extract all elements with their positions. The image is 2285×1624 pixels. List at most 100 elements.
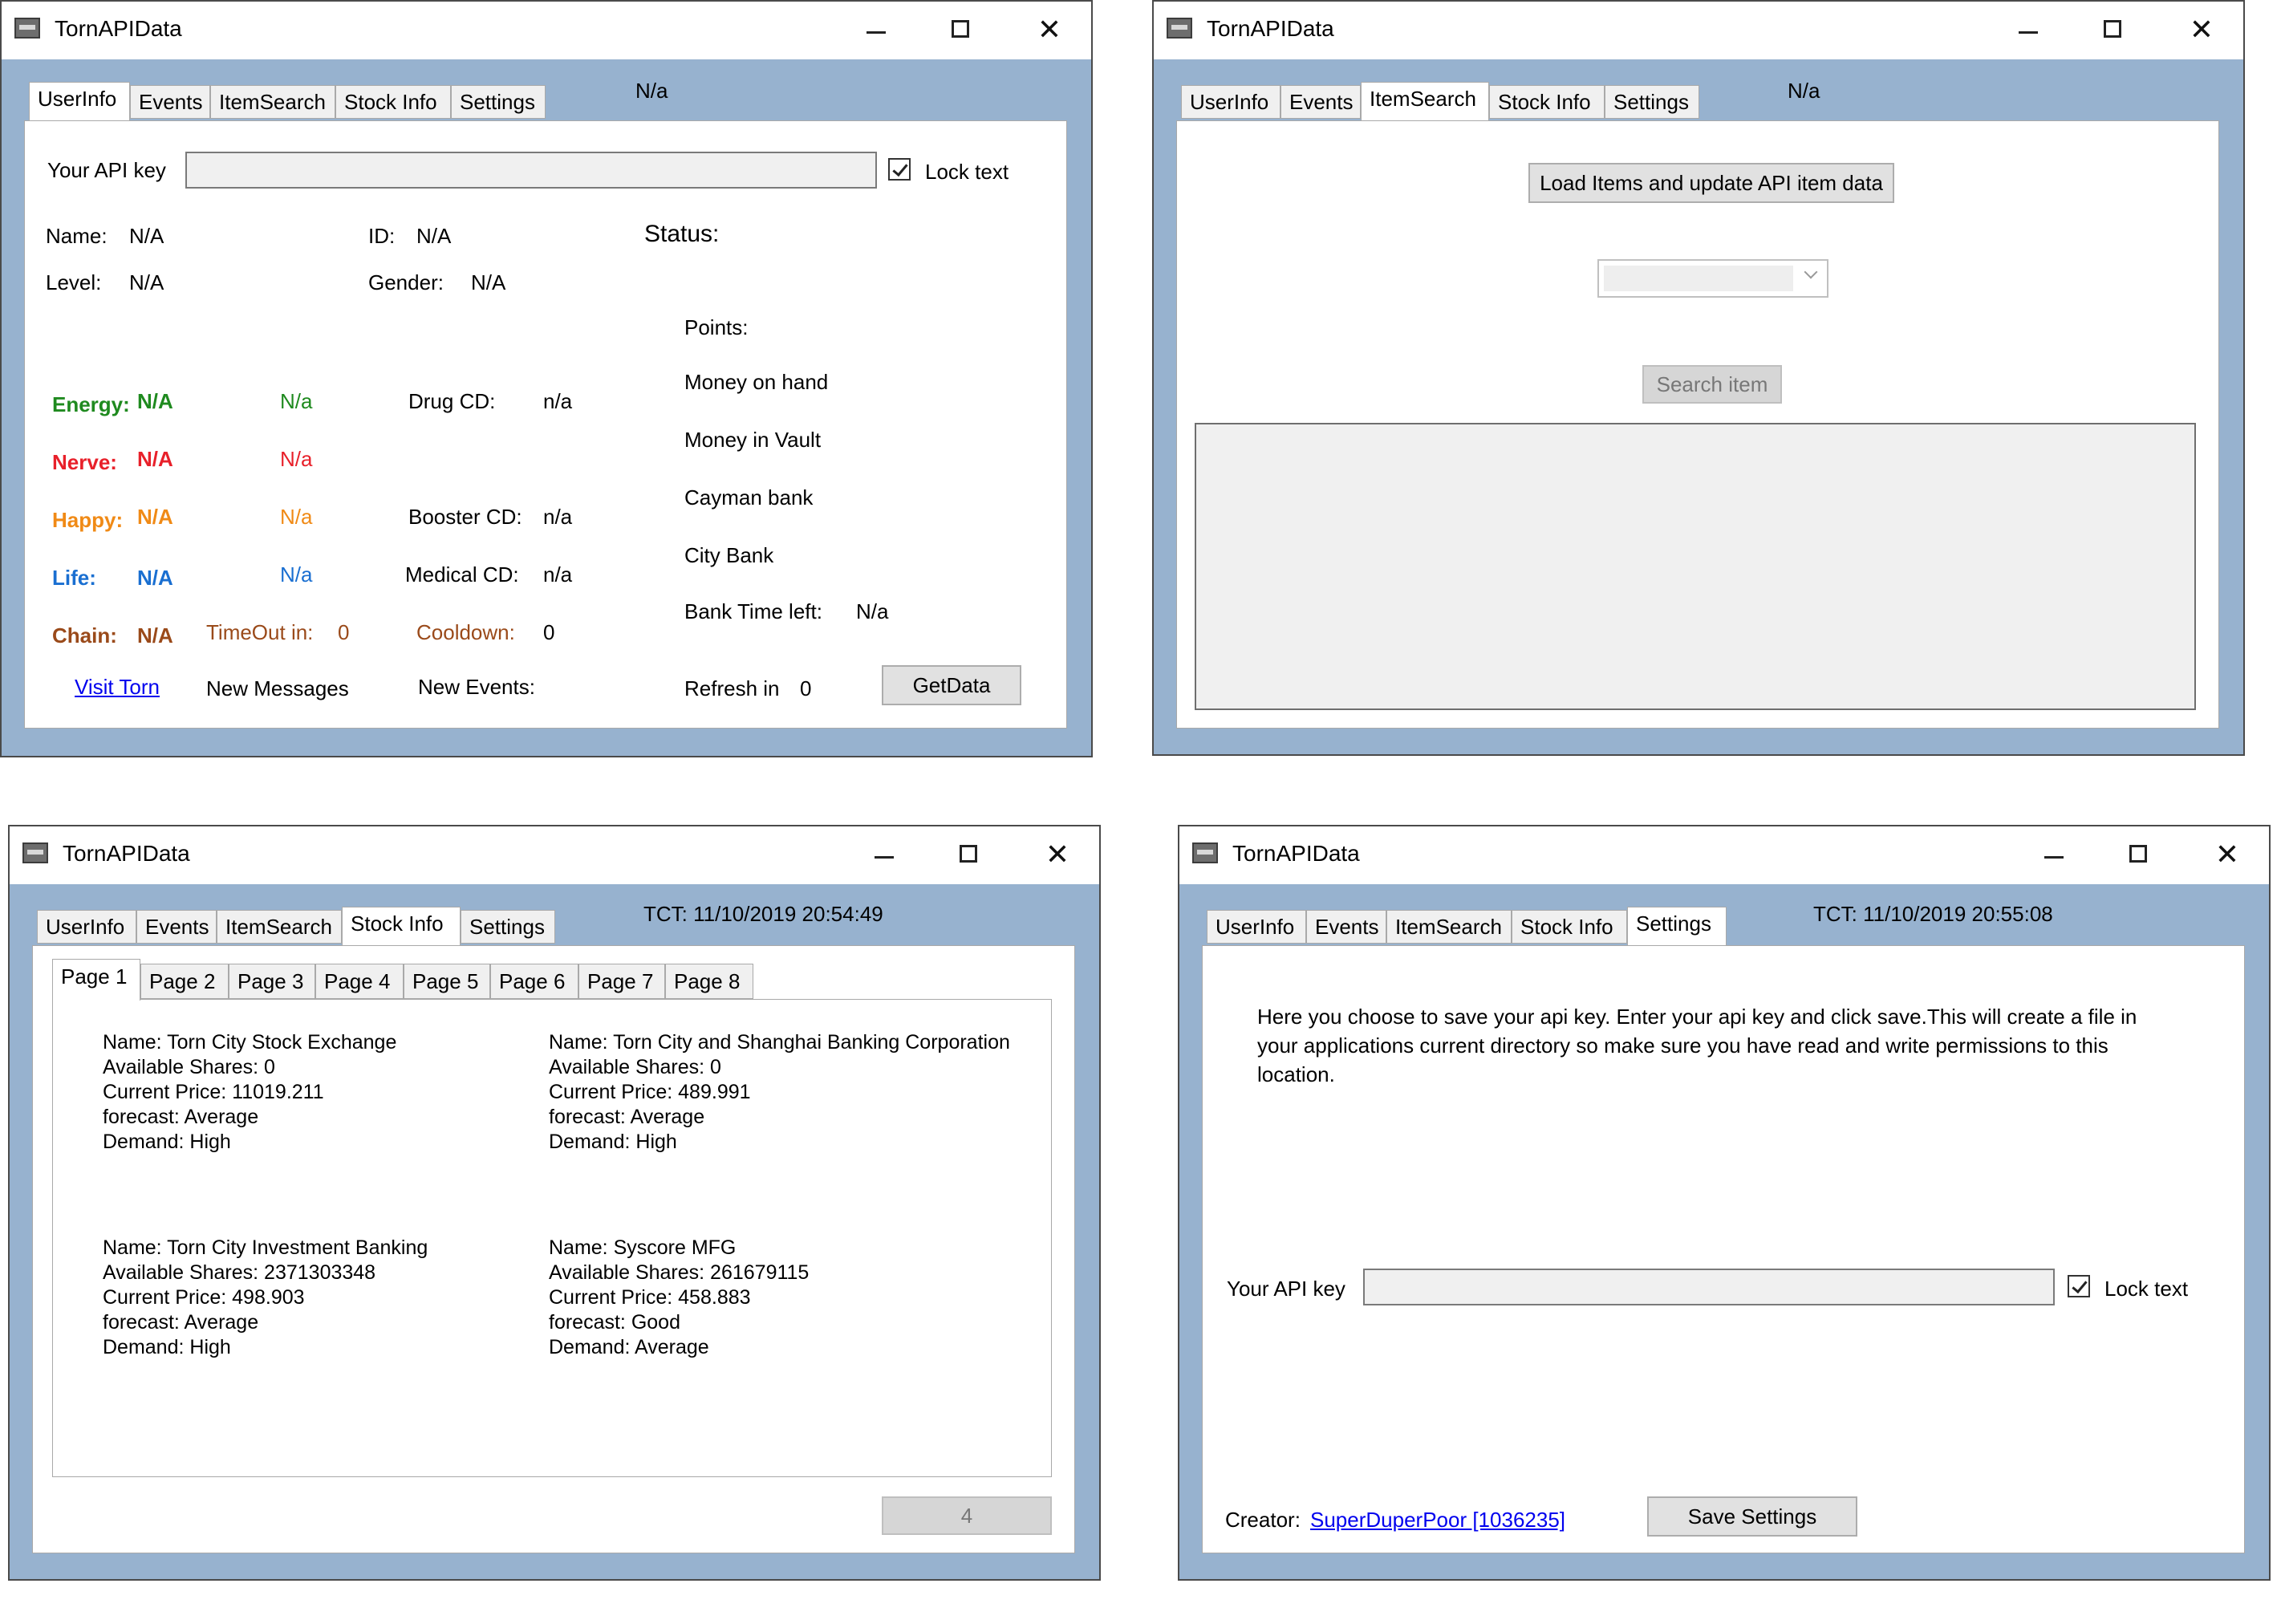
happy-extra: N/a — [280, 505, 313, 529]
tab-stock-info[interactable]: Stock Info — [335, 85, 451, 119]
stock-shares: Available Shares: 2371303348 — [103, 1261, 376, 1284]
item-select-field — [1604, 266, 1793, 291]
minimize-icon[interactable] — [2030, 834, 2078, 875]
tab-stock-info[interactable]: Stock Info — [1512, 910, 1627, 944]
close-icon[interactable]: ✕ — [1025, 10, 1074, 50]
chevron-down-icon — [1804, 265, 1818, 279]
stock-info-panel: Page 1 Page 2 Page 3 Page 4 Page 5 Page … — [32, 945, 1075, 1553]
stock-info-window: TornAPIData ✕ UserInfo Events ItemSearch… — [8, 825, 1101, 1581]
tab-userinfo[interactable]: UserInfo — [37, 910, 136, 944]
timeout-label: TimeOut in: — [206, 620, 314, 644]
minimize-icon[interactable] — [852, 10, 900, 50]
search-item-button[interactable]: Search item — [1642, 365, 1782, 404]
api-key-input[interactable] — [1363, 1269, 2055, 1305]
app-icon — [1192, 842, 1218, 863]
bank-time-left-label: Bank Time left: — [684, 599, 822, 623]
chain-value: N/A — [137, 623, 173, 648]
maximize-icon[interactable] — [2089, 10, 2137, 50]
get-data-button[interactable]: GetData — [882, 665, 1021, 705]
results-box[interactable] — [1195, 423, 2196, 710]
count-button[interactable]: 4 — [882, 1496, 1052, 1535]
tab-userinfo[interactable]: UserInfo — [29, 82, 130, 120]
save-settings-button[interactable]: Save Settings — [1647, 1496, 1857, 1537]
chain-label: Chain: — [52, 623, 117, 648]
refresh-in-value: 0 — [800, 676, 812, 700]
tab-stock-info[interactable]: Stock Info — [1489, 85, 1605, 119]
page-tab-7[interactable]: Page 7 — [578, 964, 665, 999]
new-events-label: New Events: — [418, 675, 535, 699]
minimize-icon[interactable] — [860, 834, 908, 875]
city-bank-label: City Bank — [684, 543, 774, 567]
booster-cd-label: Booster CD: — [408, 505, 522, 529]
settings-panel: Here you choose to save your api key. En… — [1202, 945, 2245, 1553]
title-bar[interactable]: TornAPIData ✕ — [1154, 2, 2243, 59]
header-status: TCT: 11/10/2019 20:54:49 — [643, 902, 883, 926]
tab-settings[interactable]: Settings — [451, 85, 546, 119]
page-tab-1[interactable]: Page 1 — [52, 959, 140, 1001]
drug-cd-label: Drug CD: — [408, 389, 496, 413]
page-tab-8[interactable]: Page 8 — [665, 964, 753, 999]
client-area: UserInfo Events ItemSearch Stock Info Se… — [1179, 884, 2269, 1579]
creator-link[interactable]: SuperDuperPoor [1036235] — [1310, 1508, 1565, 1533]
stock-shares: Available Shares: 0 — [103, 1056, 275, 1078]
points-label: Points: — [684, 315, 749, 339]
tab-settings[interactable]: Settings — [461, 910, 555, 944]
page-tab-3[interactable]: Page 3 — [229, 964, 315, 999]
minimize-icon[interactable] — [2004, 10, 2052, 50]
stock-forecast: forecast: Average — [549, 1106, 705, 1128]
page-tab-5[interactable]: Page 5 — [404, 964, 490, 999]
tab-itemsearch[interactable]: ItemSearch — [1386, 910, 1512, 944]
title-bar[interactable]: TornAPIData ✕ — [2, 2, 1091, 59]
settings-window: TornAPIData ✕ UserInfo Events ItemSearch… — [1178, 825, 2271, 1581]
tab-itemsearch[interactable]: ItemSearch — [1361, 82, 1489, 120]
tab-stock-info[interactable]: Stock Info — [342, 907, 461, 945]
tab-itemsearch[interactable]: ItemSearch — [217, 910, 342, 944]
nerve-label: Nerve: — [52, 450, 117, 474]
tab-events[interactable]: Events — [130, 85, 210, 119]
tab-itemsearch[interactable]: ItemSearch — [210, 85, 335, 119]
close-icon[interactable]: ✕ — [2177, 10, 2226, 50]
item-select[interactable] — [1597, 259, 1828, 298]
lock-text-checkbox[interactable] — [888, 158, 911, 181]
app-icon — [14, 18, 40, 39]
itemsearch-panel: Load Items and update API item data Sear… — [1176, 120, 2219, 729]
tab-events[interactable]: Events — [1280, 85, 1361, 119]
tab-events[interactable]: Events — [136, 910, 217, 944]
page-tab-4[interactable]: Page 4 — [315, 964, 404, 999]
life-label: Life: — [52, 566, 96, 590]
client-area: UserInfo Events ItemSearch Stock Info Se… — [1154, 59, 2243, 754]
stock-price: Current Price: 11019.211 — [103, 1081, 324, 1103]
settings-description: Here you choose to save your api key. En… — [1257, 1005, 2137, 1086]
drug-cd-value: n/a — [543, 389, 573, 413]
timeout-value: 0 — [338, 620, 350, 644]
new-messages-label: New Messages — [206, 676, 349, 700]
window-title: TornAPIData — [63, 841, 190, 866]
header-status: N/a — [1788, 79, 1820, 103]
nerve-value: N/A — [137, 447, 173, 471]
load-items-button[interactable]: Load Items and update API item data — [1528, 163, 1894, 203]
id-value: N/A — [416, 224, 452, 248]
tab-userinfo[interactable]: UserInfo — [1207, 910, 1306, 944]
close-icon[interactable]: ✕ — [1033, 834, 1082, 875]
tab-settings[interactable]: Settings — [1605, 85, 1699, 119]
maximize-icon[interactable] — [2115, 834, 2163, 875]
close-icon[interactable]: ✕ — [2203, 834, 2251, 875]
page-tab-strip: Page 1 Page 2 Page 3 Page 4 Page 5 Page … — [52, 959, 774, 1001]
page-tab-6[interactable]: Page 6 — [490, 964, 578, 999]
stock-block: Name: Torn City Stock Exchange Available… — [103, 1030, 396, 1155]
life-value: N/A — [137, 566, 173, 590]
maximize-icon[interactable] — [945, 834, 993, 875]
medical-cd-label: Medical CD: — [405, 562, 519, 587]
stock-block: Name: Torn City and Shanghai Banking Cor… — [549, 1030, 1010, 1155]
tab-userinfo[interactable]: UserInfo — [1181, 85, 1280, 119]
tab-events[interactable]: Events — [1306, 910, 1386, 944]
api-key-input[interactable] — [185, 152, 877, 189]
maximize-icon[interactable] — [937, 10, 985, 50]
lock-text-checkbox[interactable] — [2068, 1275, 2090, 1297]
title-bar[interactable]: TornAPIData ✕ — [10, 826, 1099, 884]
energy-value: N/A — [137, 389, 173, 413]
title-bar[interactable]: TornAPIData ✕ — [1179, 826, 2269, 884]
page-tab-2[interactable]: Page 2 — [140, 964, 229, 999]
tab-settings[interactable]: Settings — [1627, 907, 1727, 945]
visit-torn-link[interactable]: Visit Torn — [75, 675, 160, 700]
